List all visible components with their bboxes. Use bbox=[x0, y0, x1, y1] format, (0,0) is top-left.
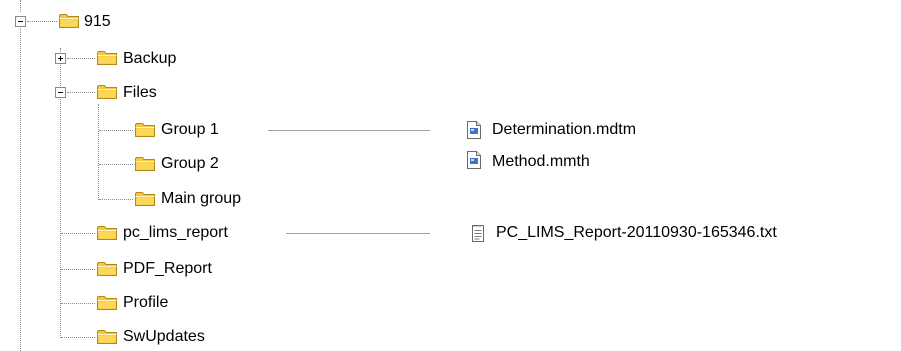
expand-plus-icon[interactable] bbox=[55, 53, 66, 64]
folder-icon bbox=[134, 190, 156, 207]
tree-branch bbox=[99, 130, 133, 131]
tree-line-files bbox=[98, 104, 99, 200]
tree-item-pc-lims-report[interactable]: pc_lims_report bbox=[123, 223, 228, 243]
method-file-icon bbox=[466, 150, 482, 170]
tree-branch bbox=[27, 21, 57, 22]
folder-icon bbox=[134, 155, 156, 172]
folder-tree: 915 Backup Files Group 1 Group 2 Main gr… bbox=[0, 0, 901, 351]
tree-branch bbox=[61, 233, 95, 234]
folder-icon bbox=[96, 294, 118, 311]
tree-branch bbox=[61, 337, 95, 338]
link-line-group-1 bbox=[268, 130, 430, 131]
method-file-icon bbox=[466, 120, 482, 140]
file-method[interactable]: Method.mmth bbox=[492, 152, 590, 172]
tree-item-profile[interactable]: Profile bbox=[123, 293, 168, 313]
file-determination[interactable]: Determination.mdtm bbox=[492, 120, 636, 140]
tree-branch bbox=[67, 58, 95, 59]
folder-icon bbox=[96, 49, 118, 66]
tree-branch bbox=[67, 92, 95, 93]
tree-item-915[interactable]: 915 bbox=[84, 12, 111, 32]
folder-icon bbox=[96, 260, 118, 277]
folder-icon bbox=[96, 83, 118, 100]
file-pc-lims-report-txt[interactable]: PC_LIMS_Report-20110930-165346.txt bbox=[496, 223, 777, 243]
folder-icon bbox=[58, 12, 80, 29]
tree-item-backup[interactable]: Backup bbox=[123, 49, 176, 69]
link-line-pc-lims-report bbox=[286, 233, 430, 234]
tree-line-root bbox=[20, 24, 21, 351]
tree-item-files[interactable]: Files bbox=[123, 83, 157, 103]
tree-line-top bbox=[20, 0, 21, 12]
collapse-minus-icon[interactable] bbox=[55, 87, 66, 98]
folder-icon bbox=[96, 328, 118, 345]
tree-item-swupdates[interactable]: SwUpdates bbox=[123, 327, 205, 347]
tree-branch bbox=[99, 164, 133, 165]
tree-branch bbox=[61, 269, 95, 270]
collapse-minus-icon[interactable] bbox=[15, 16, 26, 27]
folder-icon bbox=[96, 224, 118, 241]
tree-item-group-1[interactable]: Group 1 bbox=[161, 120, 219, 140]
tree-branch bbox=[99, 199, 133, 200]
folder-icon bbox=[134, 121, 156, 138]
tree-item-group-2[interactable]: Group 2 bbox=[161, 154, 219, 174]
text-file-icon bbox=[470, 223, 486, 243]
tree-item-pdf-report[interactable]: PDF_Report bbox=[123, 259, 212, 279]
tree-item-main-group[interactable]: Main group bbox=[161, 189, 241, 209]
tree-branch bbox=[61, 303, 95, 304]
